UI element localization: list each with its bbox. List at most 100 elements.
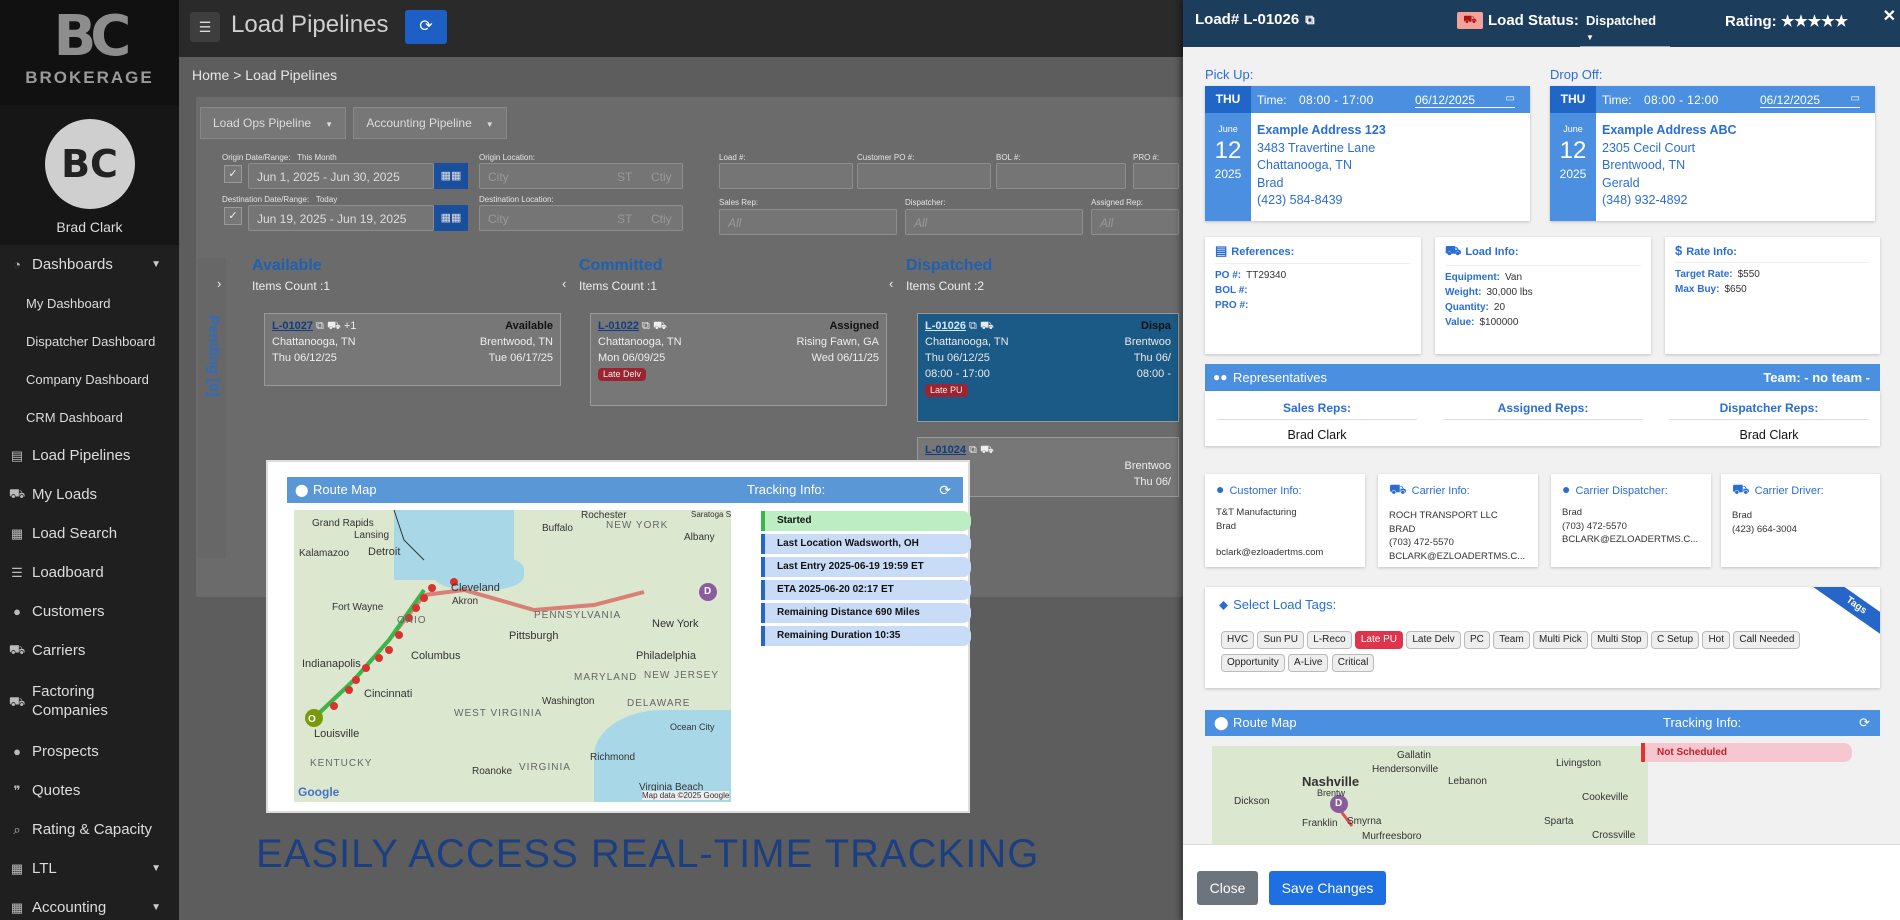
- load-card-pickup-date: Mon 06/09/25: [598, 352, 666, 364]
- chevron-left-icon[interactable]: ‹: [889, 276, 893, 291]
- tag-multi-pick[interactable]: Multi Pick: [1533, 631, 1588, 649]
- load-card-id[interactable]: L-01026: [925, 320, 966, 332]
- pending-column[interactable]: [198, 258, 226, 558]
- tag-l-reco[interactable]: L-Reco: [1307, 631, 1352, 649]
- sidebar-item-load-pipelines[interactable]: ▤ Load Pipelines: [0, 436, 179, 475]
- sidebar-item-dispatcher-dashboard[interactable]: Dispatcher Dashboard: [0, 322, 179, 360]
- destination-marker[interactable]: D: [704, 586, 711, 597]
- origin-date-checkbox[interactable]: ✓: [224, 165, 242, 183]
- calendar-icon[interactable]: ▦▦: [434, 205, 468, 231]
- chevron-left-icon[interactable]: ‹: [562, 276, 566, 291]
- dropoff-day-number: 12: [1559, 137, 1587, 164]
- customer-po-input[interactable]: [857, 163, 991, 189]
- pickup-date-input[interactable]: 06/12/2025 ▭: [1415, 93, 1515, 108]
- dropoff-date-input[interactable]: 06/12/2025 ▭: [1760, 93, 1860, 108]
- pro-input[interactable]: [1133, 163, 1179, 189]
- carrier-info-card[interactable]: ⛟ Carrier Info: ROCH TRANSPORT LLC BRAD (70…: [1378, 474, 1538, 567]
- sidebar-item-load-search[interactable]: ▦ Load Search: [0, 514, 179, 553]
- carrier-dispatcher-card[interactable]: ● Carrier Dispatcher: Brad (703) 472-5570 B…: [1551, 474, 1711, 567]
- dispatcher-select[interactable]: All: [905, 209, 1083, 235]
- tag-sun-pu[interactable]: Sun PU: [1257, 631, 1304, 649]
- dest-date-checkbox[interactable]: ✓: [224, 207, 242, 225]
- save-changes-button[interactable]: Save Changes: [1269, 871, 1386, 905]
- tag-team[interactable]: Team: [1493, 631, 1530, 649]
- dest-date-input[interactable]: Jun 19, 2025 - Jun 19, 2025: [248, 205, 434, 231]
- tag-list: HVC Sun PU L-Reco Late PU Late Delv PC T…: [1221, 631, 1861, 677]
- tag-hot[interactable]: Hot: [1702, 631, 1730, 649]
- sidebar-item-my-loads[interactable]: ⛟ My Loads: [0, 475, 179, 514]
- load-card-selected[interactable]: L-01026 ⧉ ⛟ Dispa Chattanooga, TN Brentwoo…: [917, 313, 1179, 422]
- dispatcher-rep-value[interactable]: Brad Clark: [1669, 428, 1869, 442]
- tab-load-ops-pipeline[interactable]: Load Ops Pipeline ▼: [200, 107, 346, 139]
- customer-info-card[interactable]: ● Customer Info: T&T Manufacturing Brad bcl…: [1205, 474, 1365, 567]
- tag-critical[interactable]: Critical: [1331, 654, 1375, 672]
- sidebar-item-quotes[interactable]: ❞ Quotes: [0, 771, 179, 810]
- dest-location-input[interactable]: City ST Ctiy: [479, 205, 683, 231]
- tag-multi-stop[interactable]: Multi Stop: [1591, 631, 1648, 649]
- sidebar-item-company-dashboard[interactable]: Company Dashboard: [0, 360, 179, 398]
- refresh-icon[interactable]: ⟳: [939, 477, 951, 503]
- tab-accounting-pipeline[interactable]: Accounting Pipeline ▼: [353, 107, 507, 139]
- bol-input[interactable]: [996, 163, 1126, 189]
- column-committed-count: Items Count :1: [579, 279, 658, 293]
- sidebar-item-dashboards[interactable]: ◔ Dashboards ▼: [0, 245, 179, 284]
- route-map[interactable]: O D Grand Rapids Lansing Kalamazoo Detro…: [294, 510, 731, 802]
- dropoff-address[interactable]: Example Address ABC 2305 Cecil Court Brent…: [1602, 122, 1737, 210]
- brand-logo[interactable]: BC BROKERAGE: [0, 0, 179, 105]
- external-link-icon[interactable]: ⧉: [316, 320, 324, 332]
- sidebar-item-customers[interactable]: ● Customers: [0, 592, 179, 631]
- pickup-time-input[interactable]: 08:00 - 17:00: [1299, 93, 1374, 107]
- load-card[interactable]: L-01022 ⧉ ⛟ Assigned Chattanooga, TN Risin…: [590, 313, 887, 406]
- load-number-input[interactable]: [719, 163, 853, 189]
- sidebar-item-my-dashboard[interactable]: My Dashboard: [0, 284, 179, 322]
- sidebar-item-accounting[interactable]: ▦ Accounting ▼: [0, 888, 179, 920]
- tracking-remaining-distance: Remaining Distance 690 Miles: [761, 603, 971, 623]
- tag-late-pu[interactable]: Late PU: [1354, 631, 1404, 649]
- calendar-icon[interactable]: ▦▦: [434, 163, 468, 189]
- refresh-button[interactable]: ⟳: [405, 10, 447, 44]
- menu-toggle-button[interactable]: ☰: [190, 12, 220, 42]
- avatar[interactable]: BC: [44, 119, 135, 209]
- load-card[interactable]: L-01027 ⧉ ⛟ +1 Available Chattanooga, TN B…: [264, 313, 561, 386]
- external-link-icon[interactable]: ⧉: [969, 444, 977, 456]
- external-link-icon[interactable]: ⧉: [1305, 12, 1314, 27]
- external-link-icon[interactable]: ⧉: [969, 320, 977, 332]
- assigned-rep-select[interactable]: All: [1091, 209, 1179, 235]
- sidebar-item-factoring-companies[interactable]: ⛟ Factoring Companies: [0, 670, 179, 732]
- sidebar-item-carriers[interactable]: ⛟ Carriers: [0, 631, 179, 670]
- destination-marker[interactable]: D: [1335, 798, 1342, 809]
- breadcrumb[interactable]: Home > Load Pipelines: [192, 67, 337, 83]
- close-icon[interactable]: ✕: [1883, 6, 1896, 26]
- sidebar-item-prospects[interactable]: ● Prospects: [0, 732, 179, 771]
- dropoff-time-input[interactable]: 08:00 - 12:00: [1644, 93, 1719, 107]
- tag-pc[interactable]: PC: [1463, 631, 1490, 649]
- rating[interactable]: Rating: ★★★★★: [1725, 12, 1848, 30]
- sidebar-item-loadboard[interactable]: ☰ Loadboard: [0, 553, 179, 592]
- load-status-select[interactable]: Dispatched ▼: [1580, 10, 1670, 47]
- origin-marker[interactable]: O: [308, 714, 316, 725]
- origin-date-input[interactable]: Jun 1, 2025 - Jun 30, 2025: [248, 163, 434, 189]
- origin-location-input[interactable]: City ST Ctiy: [479, 163, 683, 189]
- sidebar-item-rating-capacity[interactable]: ⌕ Rating & Capacity: [0, 810, 179, 849]
- pending-column-label[interactable]: Pending [0]: [205, 315, 222, 397]
- tag-opportunity[interactable]: Opportunity: [1221, 654, 1285, 672]
- chevron-right-icon[interactable]: ›: [217, 276, 221, 291]
- load-card-id[interactable]: L-01024: [925, 444, 966, 456]
- load-card-id[interactable]: L-01022: [598, 320, 639, 332]
- tag-call-needed[interactable]: Call Needed: [1733, 631, 1801, 649]
- tag-hvc[interactable]: HVC: [1221, 631, 1255, 649]
- close-button[interactable]: Close: [1197, 871, 1258, 905]
- sidebar-item-crm-dashboard[interactable]: CRM Dashboard: [0, 398, 179, 436]
- tag-late-delv[interactable]: Late Delv: [1406, 631, 1461, 649]
- carrier-driver-card[interactable]: ⛟ Carrier Driver: Brad (423) 664-3004: [1721, 474, 1880, 567]
- tag-a-live[interactable]: A-Live: [1288, 654, 1329, 672]
- refresh-icon[interactable]: ⟳: [1859, 710, 1870, 736]
- sales-rep-select[interactable]: All: [719, 209, 897, 235]
- tag-c-setup[interactable]: C Setup: [1650, 631, 1700, 649]
- load-card-id[interactable]: L-01027: [272, 320, 313, 332]
- external-link-icon[interactable]: ⧉: [642, 320, 650, 332]
- pickup-address[interactable]: Example Address 123 3483 Travertine Lane C…: [1257, 122, 1386, 210]
- sales-rep-value[interactable]: Brad Clark: [1217, 428, 1417, 442]
- sidebar-item-ltl[interactable]: ▦ LTL ▼: [0, 849, 179, 888]
- route-map-mini[interactable]: D Gallatin Hendersonville Lebanon Living…: [1212, 746, 1648, 844]
